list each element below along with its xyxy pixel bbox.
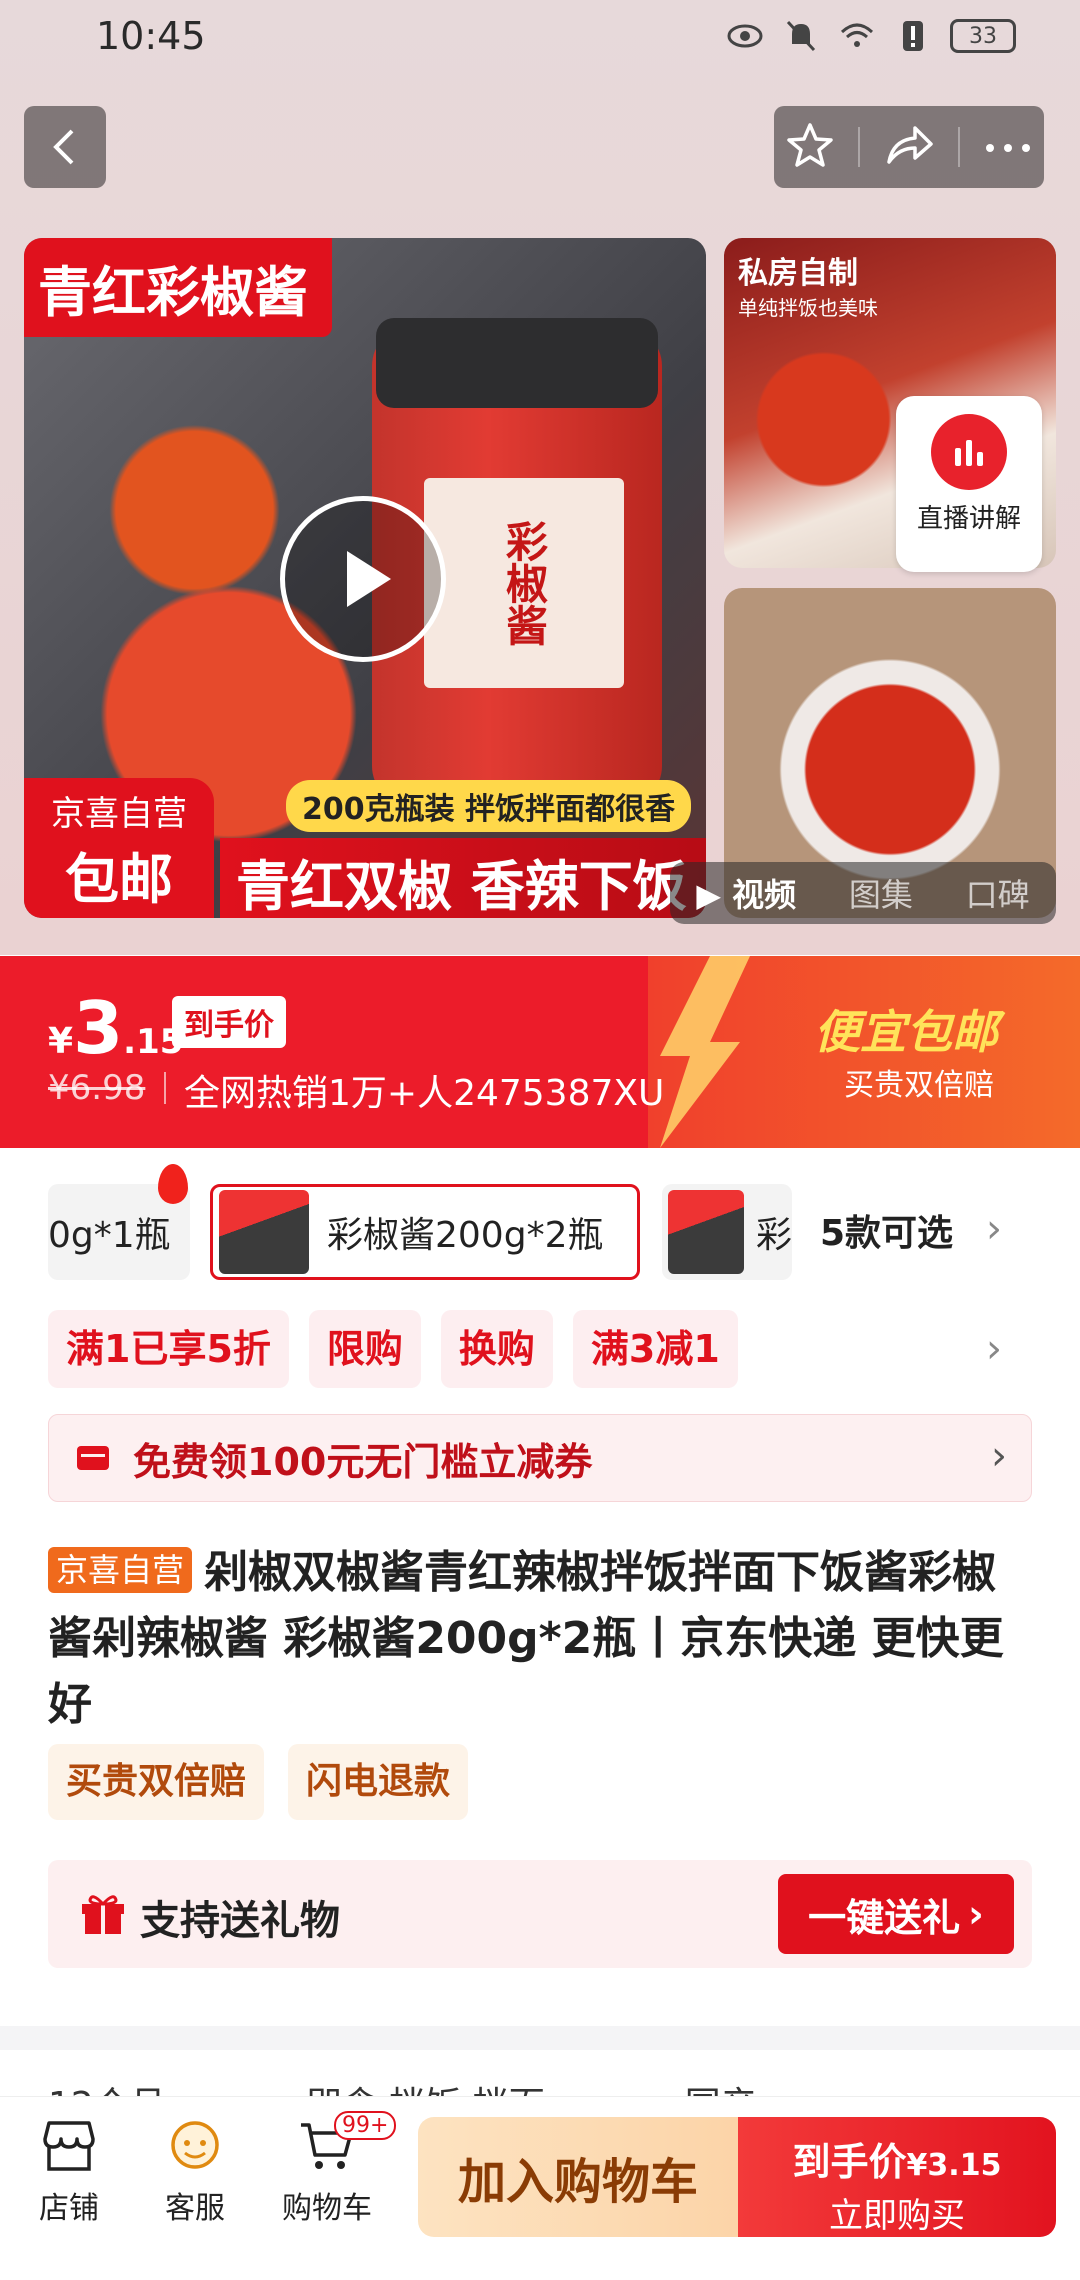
promo-tag[interactable]: 限购 xyxy=(308,1310,421,1388)
star-icon xyxy=(786,123,833,167)
play-video-button[interactable] xyxy=(280,496,446,662)
back-icon xyxy=(53,129,74,165)
feature-tag[interactable]: 闪电退款 xyxy=(288,1744,469,1820)
pack-pill: 200克瓶装 拌饭拌面都很香 xyxy=(286,780,692,832)
badge-line2: 包邮 xyxy=(65,848,173,911)
gift-text: 支持送礼物 xyxy=(140,1898,340,1944)
buy-now-button[interactable]: 到手价¥3.15 立即购买 xyxy=(738,2117,1056,2237)
promo-tag[interactable]: 满1已享5折 xyxy=(48,1310,289,1388)
side-subcaption: 单纯拌饭也美味 xyxy=(738,296,878,320)
buy-price-label: 到手价 xyxy=(792,2140,907,2184)
jx-badge: 京喜自营 包邮 xyxy=(24,778,214,918)
sku-option-next[interactable]: 彩 xyxy=(662,1184,792,1280)
tab-gallery[interactable]: 图集 xyxy=(849,870,913,916)
gift-icon xyxy=(82,1895,124,1934)
price-integer: 3 xyxy=(73,986,124,1070)
image-slogan: 青红双椒 香辣下饭 xyxy=(220,838,706,918)
sku-thumbnail xyxy=(219,1190,309,1274)
promo-tags: 满1已享5折 限购 换购 满3减1 xyxy=(48,1310,1048,1390)
service-label: 客服 xyxy=(165,2191,225,2226)
more-button[interactable] xyxy=(985,138,1031,157)
battery-icon: 33 xyxy=(950,19,1016,53)
image-title: 青红彩椒酱 xyxy=(24,238,332,337)
cart-button[interactable]: 99+ 购物车 xyxy=(272,2111,397,2227)
cheap-shipping-sub: 买贵双倍赔 xyxy=(844,1068,994,1103)
customer-service-button[interactable]: 客服 xyxy=(140,2117,250,2227)
chevron-right-icon[interactable]: › xyxy=(986,1206,1002,1252)
mute-bell-icon xyxy=(782,18,820,54)
tab-reviews[interactable]: 口碑 xyxy=(966,870,1030,916)
eye-icon xyxy=(726,18,764,54)
chevron-right-icon[interactable]: › xyxy=(986,1326,1002,1372)
media-tabs: ▶ 视频 图集 口碑 xyxy=(670,862,1056,924)
sku-selected-label: 彩椒酱200g*2瓶 xyxy=(327,1215,604,1256)
top-actions xyxy=(774,106,1044,188)
badge-line1: 京喜自营 xyxy=(51,794,187,834)
promo-tag[interactable]: 换购 xyxy=(440,1310,553,1388)
shop-icon xyxy=(43,2121,95,2171)
sku-option-selected[interactable]: 彩椒酱200g*2瓶 xyxy=(210,1184,640,1280)
buy-price: ¥3.15 xyxy=(906,2148,1002,2183)
add-to-cart-button[interactable]: 加入购物车 xyxy=(418,2117,738,2237)
service-features: 买贵双倍赔 闪电退款 xyxy=(48,1744,469,1820)
hot-sales-text: 全网热销1万+人2475387XU xyxy=(184,1073,665,1114)
back-button[interactable] xyxy=(24,106,106,188)
tab-video[interactable]: ▶ 视频 xyxy=(696,870,796,916)
cart-count-badge: 99+ xyxy=(334,2111,397,2140)
favorite-button[interactable] xyxy=(786,122,833,172)
bottom-action-bar: 店铺 客服 99+ 购物车 加入购物车 到手价¥3.15 立即购买 xyxy=(0,2096,1080,2280)
status-bar: 10:45 33 xyxy=(0,0,1080,76)
feature-tag[interactable]: 买贵双倍赔 xyxy=(48,1744,265,1820)
send-gift-button[interactable]: 一键送礼 › xyxy=(778,1874,1014,1954)
cart-label: 购物车 xyxy=(282,2191,372,2226)
live-label: 直播讲解 xyxy=(916,504,1021,534)
share-icon xyxy=(887,126,933,164)
chevron-right-icon: › xyxy=(968,1892,984,1936)
live-explain-button[interactable]: 直播讲解 xyxy=(896,396,1042,572)
lightning-icon xyxy=(660,956,750,1148)
variants-count[interactable]: 5款可选 xyxy=(820,1204,953,1256)
share-button[interactable] xyxy=(885,124,933,170)
final-price-tag: 到手价 xyxy=(172,996,286,1048)
status-time: 10:45 xyxy=(96,14,206,58)
product-title: 京喜自营 剁椒双椒酱青红辣椒拌饭拌面下饭酱彩椒酱剁辣椒酱 彩椒酱200g*2瓶丨京… xyxy=(48,1540,1038,1738)
more-icon xyxy=(986,143,1031,152)
wifi-icon xyxy=(838,18,876,54)
main-product-image[interactable]: 青红彩椒酱 彩椒酱 京喜自营 包邮 200克瓶装 拌饭拌面都很香 青红双椒 香辣… xyxy=(24,238,706,918)
customer-service-icon xyxy=(171,2121,219,2169)
gift-bar: 支持送礼物 一键送礼 › xyxy=(48,1860,1032,1968)
original-price: ¥6.98 xyxy=(48,1068,146,1108)
sku-selector: 0g*1瓶 彩椒酱200g*2瓶 彩 5款可选 › xyxy=(48,1164,1048,1284)
price-banner: ¥3.15 到手价 ¥6.98 全网热销1万+人2475387XU 便宜包邮 买… xyxy=(0,956,1080,1148)
cheap-shipping-title: 便宜包邮 xyxy=(814,1005,998,1059)
coupon-banner[interactable]: 免费领100元无门槛立减券 › xyxy=(48,1414,1032,1502)
coupon-icon xyxy=(77,1446,109,1470)
price: ¥3.15 xyxy=(48,986,183,1070)
self-operated-tag: 京喜自营 xyxy=(48,1547,193,1593)
coupon-text: 免费领100元无门槛立减券 xyxy=(133,1439,593,1484)
buy-now-label: 立即购买 xyxy=(829,2196,965,2236)
alert-icon xyxy=(894,18,932,54)
jar-label: 彩椒酱 xyxy=(424,478,624,688)
chevron-right-icon: › xyxy=(991,1433,1007,1479)
side-caption: 私房自制 xyxy=(738,256,858,291)
product-hero: 10:45 33 青红彩椒酱 彩椒酱 京喜自营 包邮 200克瓶装 拌饭拌面都很… xyxy=(0,0,1080,955)
live-icon xyxy=(931,414,1007,490)
jar-lid xyxy=(376,318,658,408)
sku-thumbnail xyxy=(668,1190,744,1274)
shop-button[interactable]: 店铺 xyxy=(14,2117,124,2227)
shop-label: 店铺 xyxy=(39,2191,99,2226)
price-currency: ¥ xyxy=(48,1021,74,1062)
hot-flame-icon xyxy=(158,1164,188,1204)
promo-tag[interactable]: 满3减1 xyxy=(572,1310,738,1388)
